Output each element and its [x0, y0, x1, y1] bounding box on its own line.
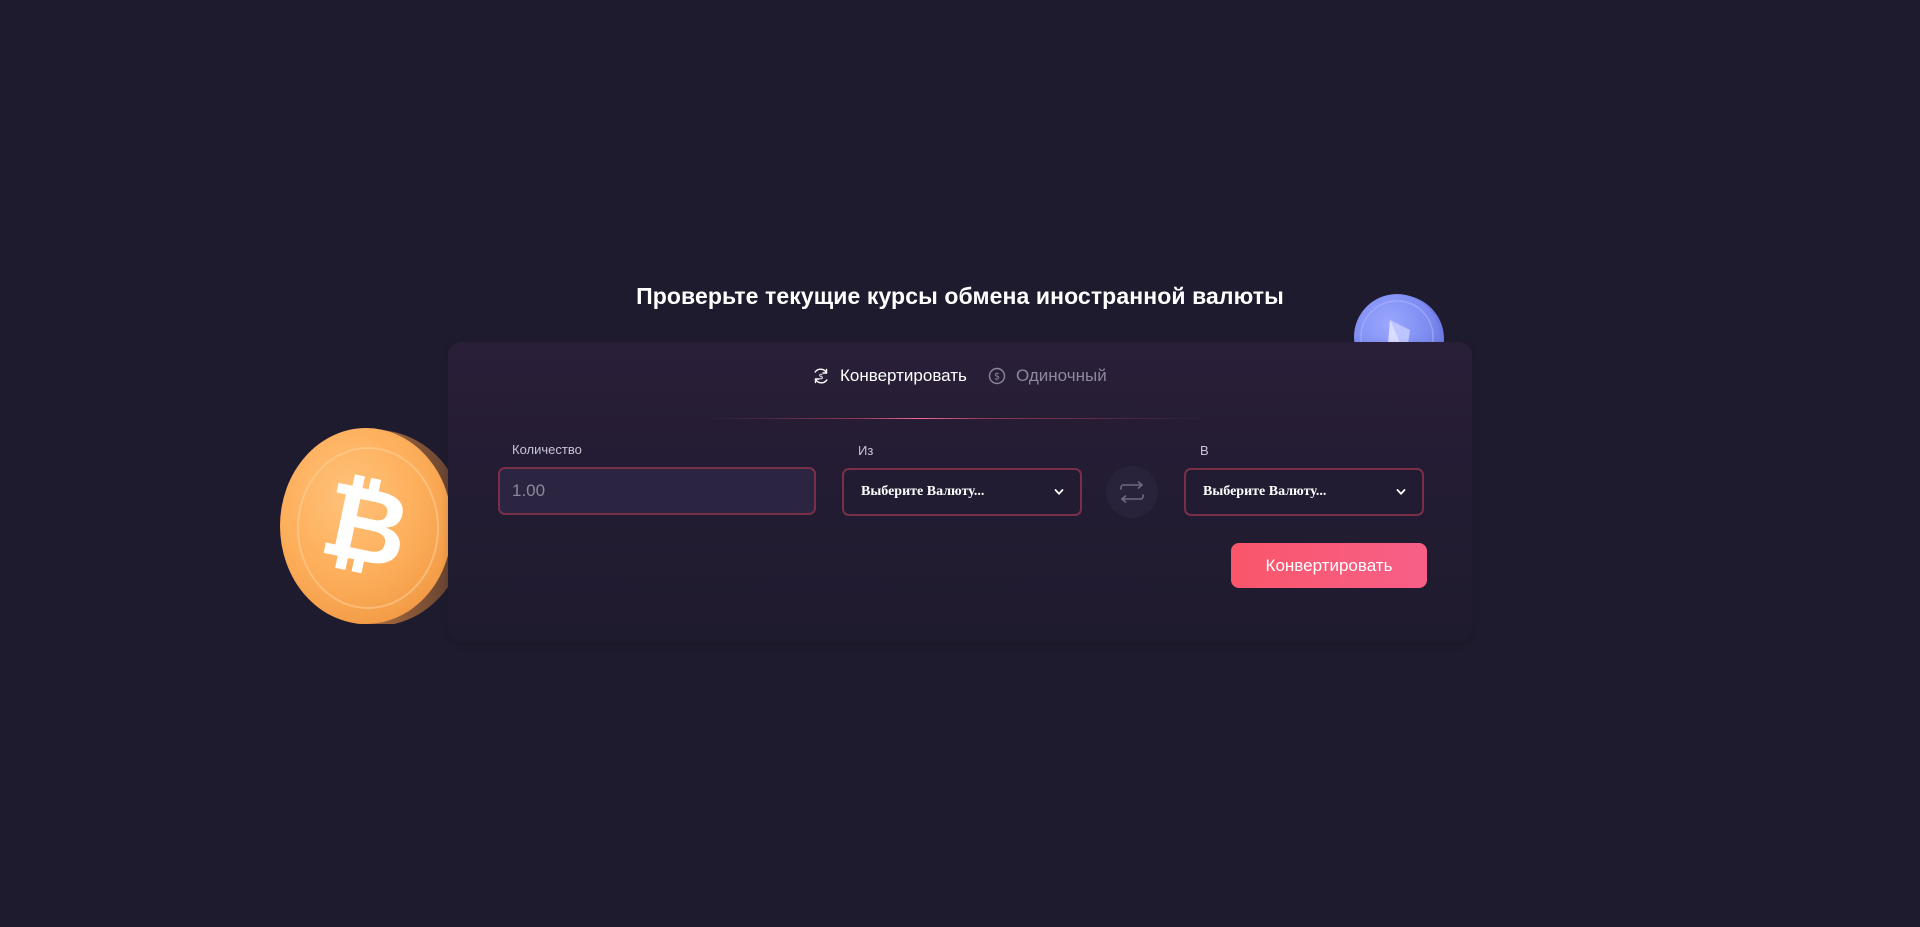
convert-button[interactable]: Конвертировать	[1231, 543, 1427, 588]
convert-cycle-icon: $	[812, 367, 830, 385]
tab-single[interactable]: $ Одиночный	[988, 366, 1107, 386]
dollar-circle-icon: $	[988, 367, 1006, 385]
to-currency-select[interactable]: Выберите Валюту...	[1184, 468, 1424, 516]
swap-currencies-button[interactable]	[1106, 466, 1158, 518]
to-label: В	[1200, 443, 1209, 458]
svg-text:$: $	[994, 372, 1000, 383]
quantity-label: Количество	[512, 442, 582, 457]
from-currency-select[interactable]: Выберите Валюту...	[842, 468, 1082, 516]
page-title: Проверьте текущие курсы обмена иностранн…	[636, 283, 1284, 309]
chevron-down-icon	[1054, 487, 1064, 497]
from-label: Из	[858, 443, 874, 458]
quantity-input[interactable]	[498, 467, 816, 515]
svg-text:$: $	[818, 372, 823, 381]
page: Проверьте текущие курсы обмена иностранн…	[0, 0, 1920, 927]
from-currency-value: Выберите Валюту...	[861, 484, 985, 499]
tab-single-label: Одиночный	[1016, 366, 1107, 385]
to-currency-value: Выберите Валюту...	[1203, 484, 1327, 499]
swap-arrows-icon	[1120, 481, 1144, 503]
tab-convert[interactable]: $ Конвертировать	[812, 366, 967, 386]
chevron-down-icon	[1396, 487, 1406, 497]
converter-card: $ Конвертировать $ Одиночный Количество …	[448, 342, 1472, 642]
tab-bar: $ Конвертировать $ Одиночный	[448, 362, 1472, 419]
tab-convert-label: Конвертировать	[840, 366, 967, 385]
tab-active-indicator	[710, 418, 1210, 419]
